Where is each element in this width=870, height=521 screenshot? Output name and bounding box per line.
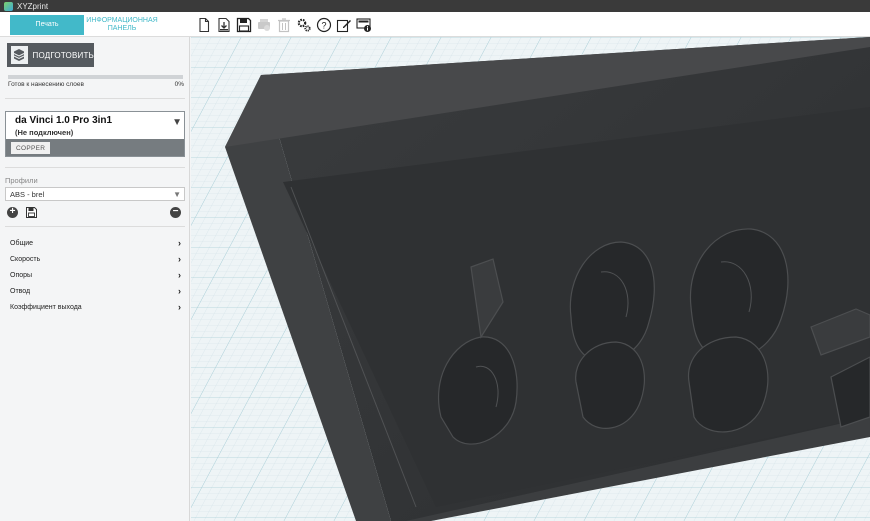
tab-print[interactable]: Печать <box>10 15 84 35</box>
info-button[interactable] <box>356 16 372 34</box>
profiles-label: Профили <box>5 176 38 185</box>
save-profile-icon[interactable] <box>26 207 37 218</box>
divider <box>5 98 185 99</box>
title-bar: XYZprint <box>0 0 870 12</box>
profile-selected-value: ABS - brel <box>10 189 45 199</box>
add-profile-icon[interactable]: + <box>7 207 18 218</box>
menu-item-speed[interactable]: Скорость › <box>5 251 181 267</box>
slice-status-label: Готов к нанесению слоев <box>8 81 84 88</box>
top-bar: Печать ИНФОРМАЦИОННАЯ ПАНЕЛЬ ? <box>0 12 870 37</box>
chevron-down-icon: ▼ <box>173 190 181 199</box>
chevron-right-icon: › <box>178 270 181 280</box>
material-copper-button[interactable]: COPPER <box>11 142 51 154</box>
divider <box>5 167 185 168</box>
tab-dashboard[interactable]: ИНФОРМАЦИОННАЯ ПАНЕЛЬ <box>86 15 158 35</box>
delete-button[interactable] <box>276 16 292 34</box>
menu-item-extrusion-multiplier[interactable]: Коэффициент выхода › <box>5 299 181 315</box>
printer-name: da Vinci 1.0 Pro 3in1 <box>15 115 113 126</box>
chevron-right-icon: › <box>178 238 181 248</box>
printer-material-bar: COPPER <box>6 139 184 156</box>
chevron-right-icon: › <box>178 254 181 264</box>
printer-connection-state: (Не подключен) <box>15 128 74 137</box>
prepare-label: ПОДГОТОВИТЬ <box>32 50 94 60</box>
help-button[interactable]: ? <box>316 16 332 34</box>
new-file-icon <box>199 17 210 33</box>
save-button[interactable] <box>236 16 252 34</box>
sidebar: ПОДГОТОВИТЬ Готов к нанесению слоев 0% d… <box>0 37 190 521</box>
window-title: XYZprint <box>17 1 49 11</box>
chevron-right-icon: › <box>178 302 181 312</box>
gear-icon <box>297 18 311 32</box>
remove-profile-icon[interactable]: − <box>170 207 181 218</box>
trash-icon <box>278 18 290 33</box>
settings-button[interactable] <box>296 16 312 34</box>
menu-item-retraction[interactable]: Отвод › <box>5 283 181 299</box>
divider <box>5 226 185 227</box>
profile-actions: + − <box>7 207 183 219</box>
new-file-button[interactable] <box>196 16 212 34</box>
app-logo-icon <box>4 1 13 11</box>
edit-button[interactable] <box>336 16 352 34</box>
svg-text:?: ? <box>321 21 326 31</box>
print-model-button[interactable] <box>256 16 272 34</box>
menu-item-general[interactable]: Общие › <box>5 235 181 251</box>
slice-progress-bar <box>8 75 183 79</box>
save-icon <box>236 17 252 33</box>
import-button[interactable] <box>216 16 232 34</box>
chevron-down-icon[interactable]: ▼ <box>172 117 182 128</box>
profile-select[interactable]: ABS - brel ▼ <box>5 187 185 201</box>
edit-icon <box>336 19 351 33</box>
3d-viewport[interactable] <box>191 37 870 521</box>
slice-cube-icon <box>11 46 28 64</box>
toolbar: ? <box>196 16 372 34</box>
menu-item-supports[interactable]: Опоры › <box>5 267 181 283</box>
chevron-right-icon: › <box>178 286 181 296</box>
printer-selector[interactable]: da Vinci 1.0 Pro 3in1 (Не подключен) ▼ C… <box>5 111 185 157</box>
info-icon <box>356 18 371 32</box>
settings-menu: Общие › Скорость › Опоры › Отвод › Коэффицие… <box>5 235 181 315</box>
help-icon: ? <box>316 17 332 33</box>
printer-3d-icon <box>258 19 270 31</box>
import-icon <box>218 17 230 33</box>
slice-progress-percent: 0% <box>174 81 184 88</box>
prepare-button[interactable]: ПОДГОТОВИТЬ <box>7 43 94 67</box>
build-plate-scene[interactable] <box>191 37 870 521</box>
